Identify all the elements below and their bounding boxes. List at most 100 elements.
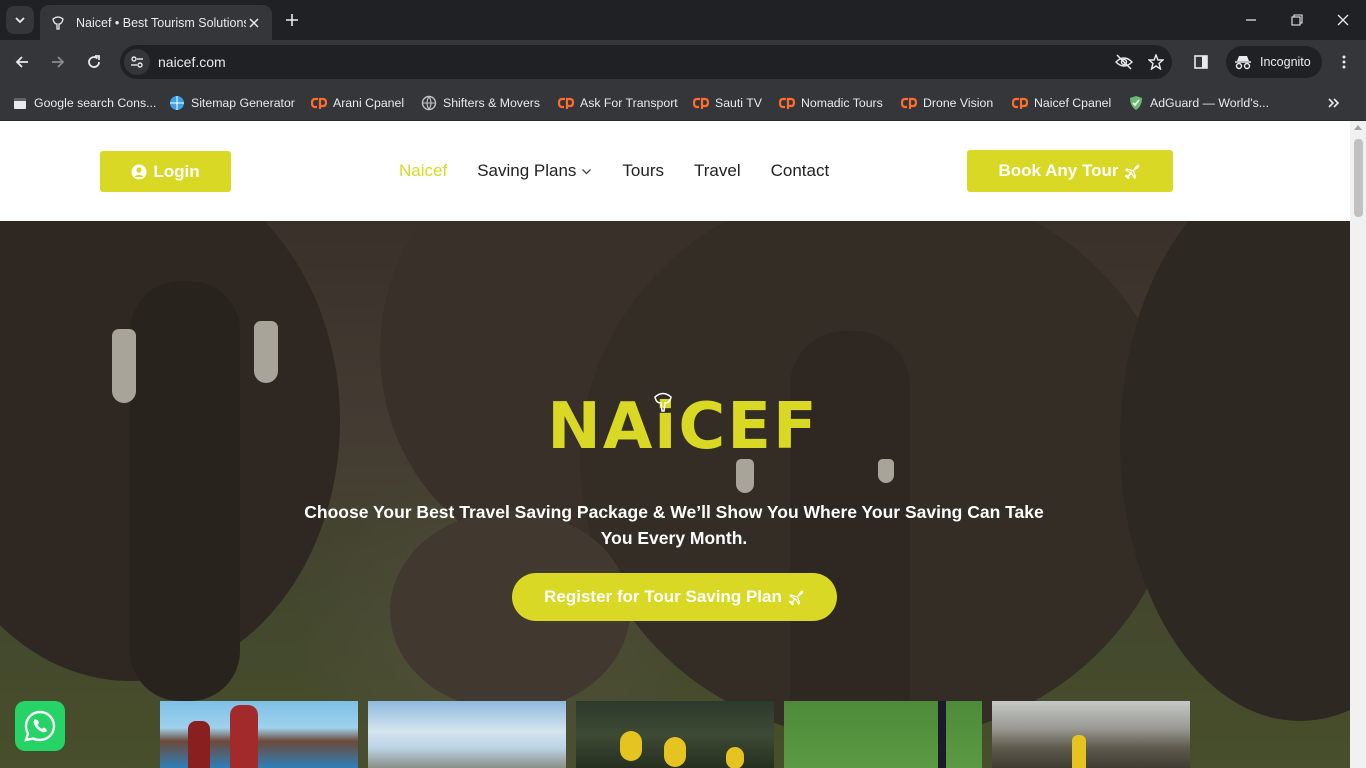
login-button[interactable]: Login	[100, 151, 231, 192]
bookmarks-bar: Google search Cons... Sitemap Generator …	[0, 85, 1366, 121]
bookmark-nomadic-tours[interactable]: Nomadic Tours	[779, 91, 883, 115]
chevron-down-icon	[581, 166, 592, 177]
tour-thumbnail[interactable]	[784, 701, 982, 768]
naicef-favicon-icon	[50, 15, 66, 31]
login-label: Login	[153, 161, 200, 181]
bookmark-label: Ask For Transport	[580, 96, 678, 110]
star-icon	[1148, 54, 1164, 70]
hero-section: NAiCEF Choose Your Best Travel Saving Pa…	[0, 221, 1350, 768]
whatsapp-icon	[24, 710, 56, 742]
reload-icon	[88, 55, 100, 68]
tour-thumbnail[interactable]	[992, 701, 1190, 768]
globe-blue-icon	[169, 95, 185, 111]
restore-icon	[1291, 14, 1303, 26]
site-info-button[interactable]	[124, 49, 150, 75]
page-scrollbar[interactable]	[1350, 121, 1366, 768]
minimize-icon	[1246, 19, 1256, 21]
minimize-button[interactable]	[1228, 0, 1274, 40]
back-button[interactable]	[8, 48, 36, 76]
bookmark-label: Sauti TV	[715, 96, 762, 110]
bookmark-label: Naicef Cpanel	[1034, 96, 1112, 110]
incognito-indicator[interactable]: Incognito	[1226, 46, 1322, 78]
globe-icon	[421, 95, 437, 111]
eye-off-icon	[1115, 54, 1133, 70]
calendar-icon	[12, 95, 28, 111]
close-icon[interactable]	[246, 15, 262, 31]
bookmark-star-button[interactable]	[1140, 48, 1172, 76]
more-vertical-icon	[1342, 55, 1346, 69]
plane-icon	[1124, 163, 1141, 180]
nav-item-contact[interactable]: Contact	[771, 161, 830, 181]
side-panel-icon	[1194, 55, 1208, 69]
bookmark-sitemap-generator[interactable]: Sitemap Generator	[169, 91, 295, 115]
bookmark-google-search-console[interactable]: Google search Cons...	[12, 91, 156, 115]
bookmark-ask-for-transport[interactable]: Ask For Transport	[558, 91, 678, 115]
cpanel-icon	[1012, 95, 1028, 111]
address-bar[interactable]: naicef.com	[120, 45, 1172, 79]
nav-item-tours[interactable]: Tours	[622, 161, 664, 181]
tab-strip: Naicef • Best Tourism Solutions	[0, 0, 1366, 40]
cpanel-icon	[558, 95, 574, 111]
tab-search-button[interactable]	[6, 6, 34, 34]
hero-tagline: Choose Your Best Travel Saving Package &…	[304, 502, 1044, 548]
arrow-left-icon	[15, 56, 28, 68]
arrow-right-icon	[52, 56, 65, 68]
restore-button[interactable]	[1274, 0, 1320, 40]
bookmark-adguard[interactable]: AdGuard — World's...	[1128, 91, 1269, 115]
register-label: Register for Tour Saving Plan	[544, 587, 782, 606]
plane-icon	[788, 589, 805, 606]
cpanel-icon	[693, 95, 709, 111]
bookmark-label: Sitemap Generator	[191, 96, 295, 110]
user-circle-icon	[131, 164, 147, 180]
naicef-logo: NAiCEF	[547, 392, 818, 459]
bookmark-sauti-tv[interactable]: Sauti TV	[693, 91, 762, 115]
bookmark-label: Shifters & Movers	[443, 96, 541, 110]
tracking-protection-button[interactable]	[1108, 48, 1140, 76]
chevron-down-icon	[15, 17, 25, 24]
tour-thumbnail[interactable]	[160, 701, 358, 768]
bookmark-naicef-cpanel[interactable]: Naicef Cpanel	[1012, 91, 1111, 115]
tour-thumbnail[interactable]	[368, 701, 566, 768]
close-window-button[interactable]	[1320, 0, 1366, 40]
tab-title: Naicef • Best Tourism Solutions	[76, 15, 246, 30]
cpanel-icon	[901, 95, 917, 111]
main-nav: Naicef Saving Plans Tours Travel Contact	[399, 159, 859, 183]
bookmark-label: Drone Vision	[923, 96, 994, 110]
cpanel-icon	[779, 95, 795, 111]
browser-toolbar: naicef.com Incognito	[0, 40, 1366, 85]
elephant-head-icon	[654, 392, 672, 412]
site-header: Login Naicef Saving Plans Tours Travel C…	[0, 121, 1350, 221]
incognito-label: Incognito	[1260, 55, 1311, 69]
bookmark-arani-cpanel[interactable]: Arani Cpanel	[311, 91, 404, 115]
browser-menu-button[interactable]	[1330, 48, 1358, 76]
register-tour-saving-plan-button[interactable]: Register for Tour Saving Plan	[512, 573, 837, 621]
side-panel-button[interactable]	[1187, 48, 1215, 76]
cpanel-icon	[311, 95, 327, 111]
new-tab-button[interactable]	[280, 8, 304, 32]
double-chevron-right-icon	[1328, 98, 1340, 108]
bookmark-drone-vision[interactable]: Drone Vision	[901, 91, 993, 115]
plus-icon	[286, 14, 298, 26]
active-tab[interactable]: Naicef • Best Tourism Solutions	[40, 5, 272, 40]
bookmark-shifters-movers[interactable]: Shifters & Movers	[421, 91, 540, 115]
scrollbar-thumb[interactable]	[1354, 139, 1363, 217]
shield-icon	[1128, 95, 1144, 111]
reload-button[interactable]	[80, 48, 108, 76]
forward-button[interactable]	[44, 48, 72, 76]
bookmark-label: Google search Cons...	[34, 96, 157, 110]
nav-item-naicef[interactable]: Naicef	[399, 161, 447, 181]
whatsapp-chat-button[interactable]	[15, 701, 65, 751]
nav-item-travel[interactable]: Travel	[694, 161, 741, 181]
more-bookmarks-button[interactable]	[1320, 91, 1348, 115]
url-text[interactable]: naicef.com	[158, 54, 1108, 70]
nav-item-label: Saving Plans	[477, 161, 577, 180]
nav-item-saving-plans[interactable]: Saving Plans	[477, 161, 592, 181]
tour-thumbnail[interactable]	[576, 701, 774, 768]
close-icon	[1337, 14, 1349, 26]
book-label: Book Any Tour	[998, 161, 1119, 180]
book-any-tour-button[interactable]: Book Any Tour	[967, 150, 1173, 192]
bookmark-label: Nomadic Tours	[801, 96, 883, 110]
bookmark-label: Arani Cpanel	[333, 96, 405, 110]
scroll-up-arrow-icon[interactable]	[1354, 125, 1362, 130]
bookmark-label: AdGuard — World's...	[1150, 96, 1269, 110]
